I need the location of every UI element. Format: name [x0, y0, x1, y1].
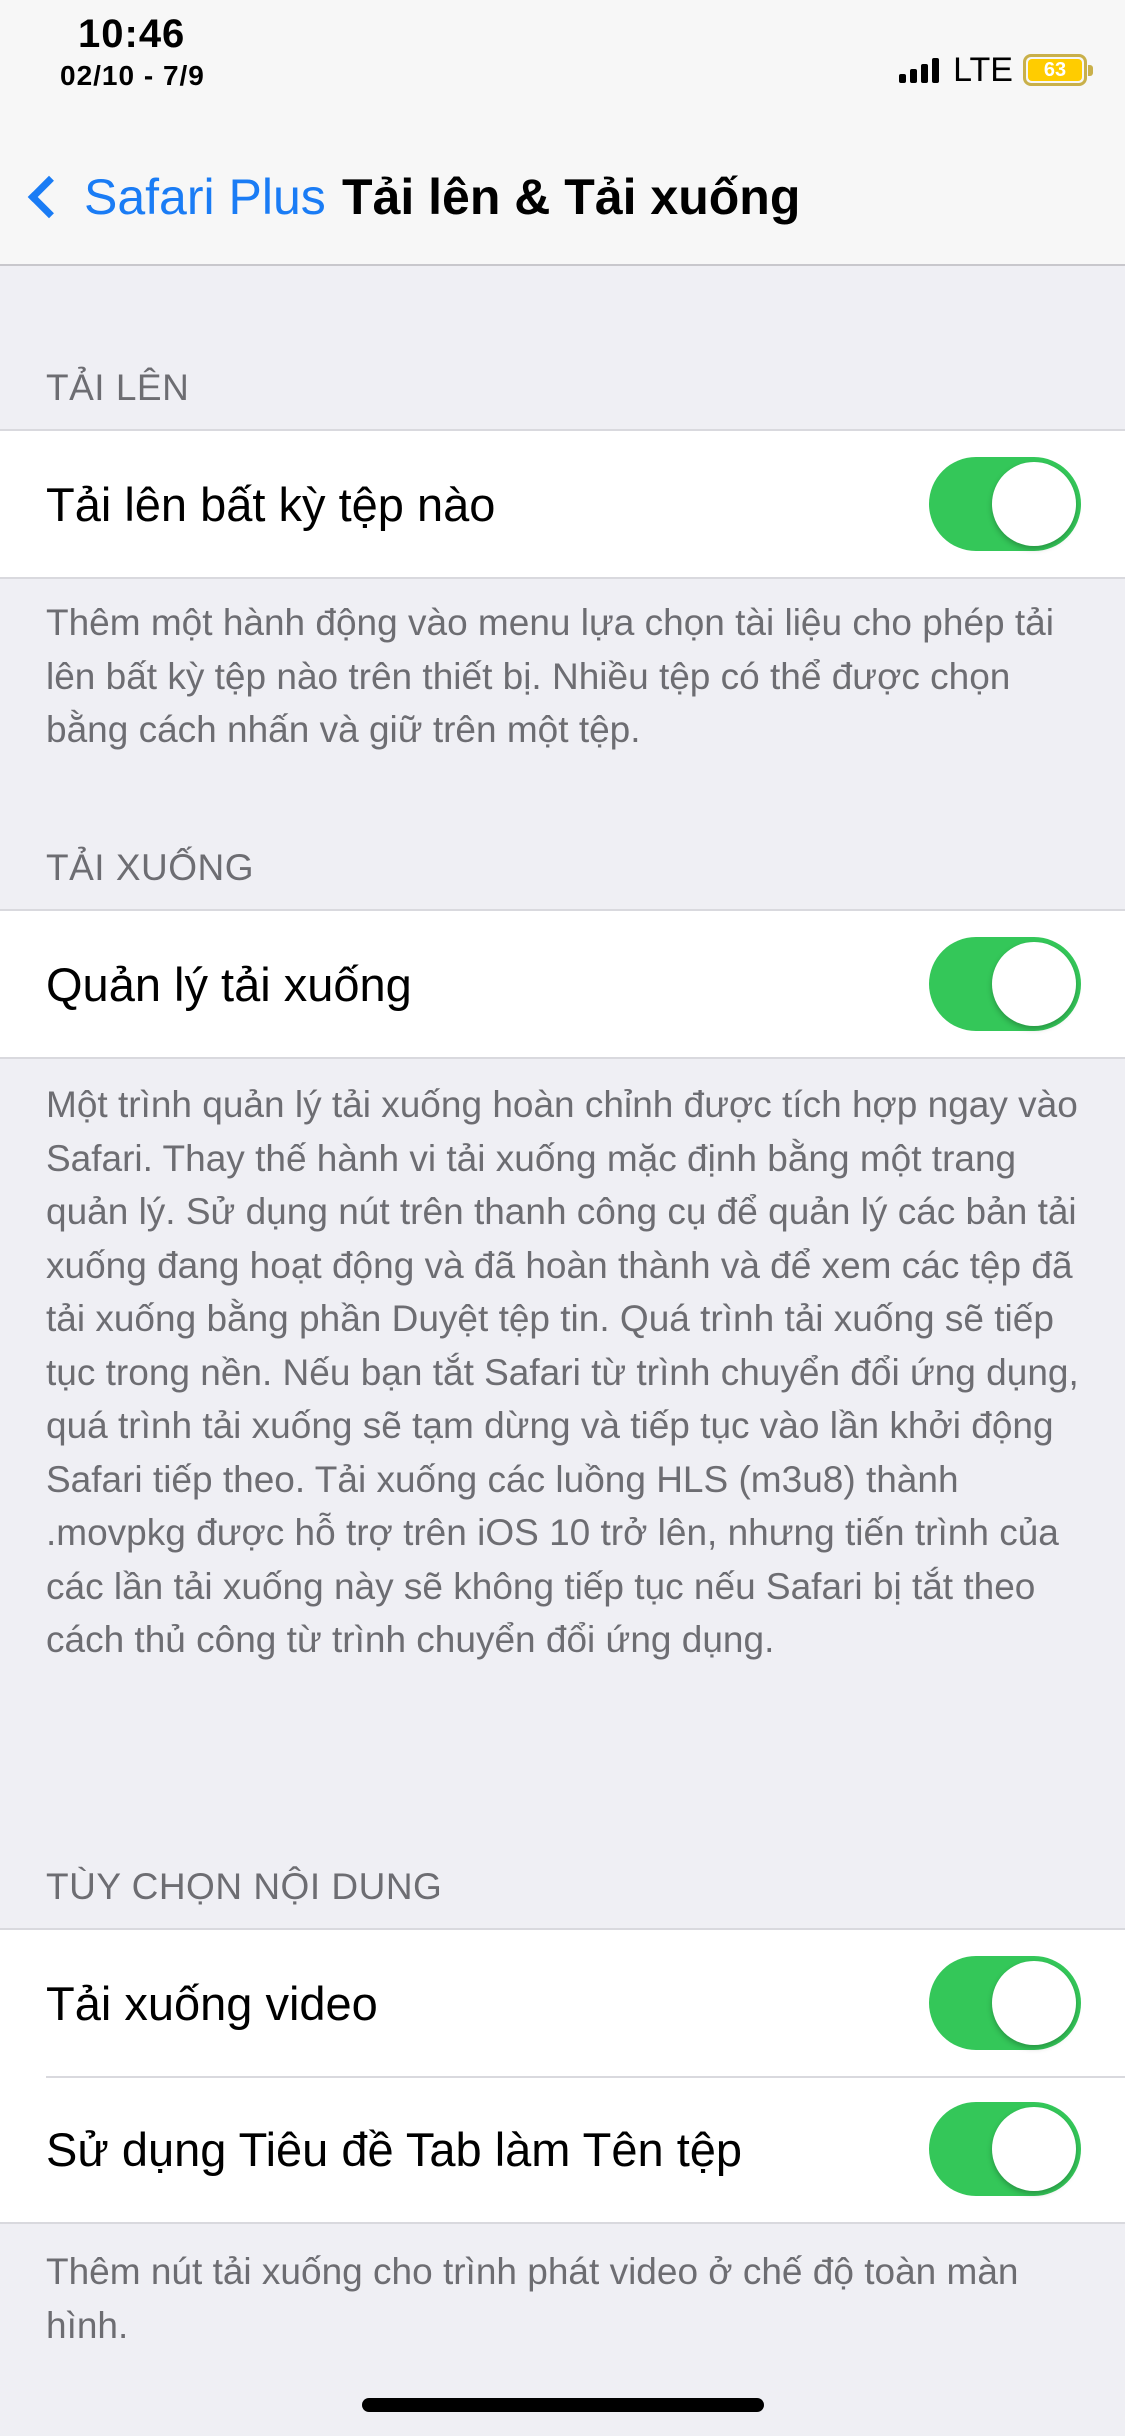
cellular-signal-icon: [899, 57, 943, 83]
home-indicator[interactable]: [362, 2398, 764, 2412]
section-footer-upload: Thêm một hành động vào menu lựa chọn tài…: [46, 602, 1054, 750]
chevron-left-icon: [27, 175, 71, 219]
setting-row-download-manager[interactable]: Quản lý tải xuống: [0, 911, 1125, 1057]
page-title: Tải lên & Tải xuống: [342, 169, 801, 225]
status-bar: 10:46 02/10 - 7/9 LTE 63: [0, 0, 1125, 100]
setting-label: Tải xuống video: [46, 1976, 378, 2030]
download-video-toggle[interactable]: [929, 1956, 1081, 2050]
battery-level: 63: [1028, 59, 1082, 81]
section-header-upload: TẢI LÊN: [46, 367, 190, 408]
toggle-knob: [992, 1961, 1076, 2045]
back-button[interactable]: Safari Plus: [22, 162, 326, 232]
setting-row-upload-any-file[interactable]: Tải lên bất kỳ tệp nào: [0, 431, 1125, 577]
upload-any-file-toggle[interactable]: [929, 457, 1081, 551]
setting-row-download-video[interactable]: Tải xuống video: [0, 1930, 1125, 2076]
battery-icon: 63: [1023, 54, 1093, 86]
network-type: LTE: [953, 50, 1013, 89]
status-time: 10:46: [78, 12, 186, 56]
navigation-bar: Safari Plus Tải lên & Tải xuống: [0, 100, 1125, 266]
toggle-knob: [992, 2107, 1076, 2191]
status-date: 02/10 - 7/9: [60, 60, 205, 91]
toggle-knob: [992, 462, 1076, 546]
setting-row-tab-title-filename[interactable]: Sử dụng Tiêu đề Tab làm Tên tệp: [0, 2076, 1125, 2222]
settings-group-content-options: Tải xuống video Sử dụng Tiêu đề Tab làm …: [0, 1928, 1125, 2224]
section-header-content-options: TÙY CHỌN NỘI DUNG: [46, 1866, 443, 1907]
settings-group-upload: Tải lên bất kỳ tệp nào: [0, 429, 1125, 579]
back-button-label: Safari Plus: [84, 169, 326, 225]
section-footer-download: Một trình quản lý tải xuống hoàn chỉnh đ…: [46, 1084, 1079, 1660]
setting-label: Tải lên bất kỳ tệp nào: [46, 477, 496, 531]
section-header-download: TẢI XUỐNG: [46, 847, 255, 888]
download-manager-toggle[interactable]: [929, 937, 1081, 1031]
tab-title-filename-toggle[interactable]: [929, 2102, 1081, 2196]
settings-group-download: Quản lý tải xuống: [0, 909, 1125, 1059]
setting-label: Quản lý tải xuống: [46, 957, 412, 1011]
setting-label: Sử dụng Tiêu đề Tab làm Tên tệp: [46, 2122, 743, 2176]
status-indicators: LTE 63: [899, 50, 1093, 90]
section-footer-content-options: Thêm nút tải xuống cho trình phát video …: [46, 2251, 1019, 2346]
toggle-knob: [992, 942, 1076, 1026]
